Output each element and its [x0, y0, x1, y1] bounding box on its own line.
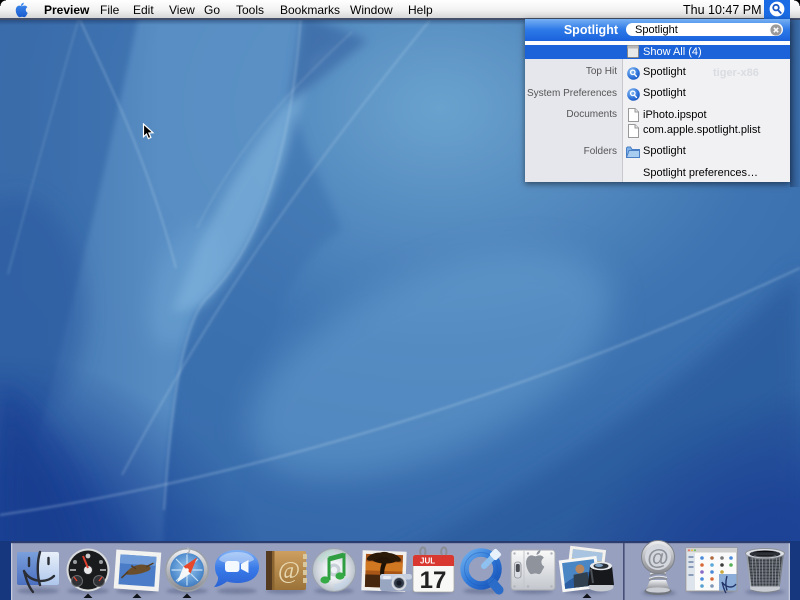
svg-text:@: @ — [647, 545, 668, 570]
svg-text:@: @ — [278, 558, 300, 584]
svg-text:JUL: JUL — [420, 557, 435, 566]
svg-text:17: 17 — [420, 567, 447, 594]
